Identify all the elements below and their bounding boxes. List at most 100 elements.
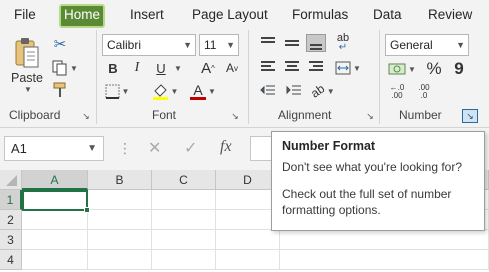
cell-d3[interactable] (216, 230, 280, 250)
select-all-icon (6, 175, 17, 186)
underline-dropdown-icon[interactable]: ▼ (174, 64, 182, 73)
accounting-format-button[interactable]: ▼ (384, 58, 420, 80)
middle-align-button[interactable] (282, 34, 302, 52)
font-color-dropdown-icon[interactable]: ▼ (208, 87, 216, 96)
decrease-decimal-text: .0 (420, 91, 428, 100)
underline-button[interactable]: U (152, 58, 170, 78)
wrap-text-button[interactable]: ab ↵ (332, 32, 354, 54)
font-size-combo[interactable]: 11 ▼ (199, 34, 239, 56)
decrease-indent-button[interactable] (256, 82, 280, 100)
grow-font-icon: ^ (211, 63, 215, 73)
column-header-b[interactable]: B (88, 170, 152, 190)
cell-b3[interactable] (88, 230, 152, 250)
top-align-button[interactable] (258, 34, 278, 52)
insert-function-button[interactable]: fx (220, 138, 232, 156)
tab-file[interactable]: File (10, 5, 40, 27)
paint-bucket-icon (152, 83, 168, 100)
cut-button[interactable]: ✂ (50, 34, 70, 54)
shrink-font-button[interactable]: Av (222, 58, 242, 78)
increase-indent-icon (286, 85, 301, 95)
font-color-button[interactable]: A ▼ (186, 80, 220, 102)
copy-icon (52, 60, 67, 76)
fill-handle[interactable] (84, 207, 90, 213)
group-separator (248, 30, 249, 124)
font-color-swatch (190, 97, 207, 100)
number-format-combo[interactable]: General ▼ (385, 34, 469, 56)
tab-data[interactable]: Data (369, 5, 406, 27)
tooltip-question: Don't see what you're looking for? (282, 160, 463, 174)
increase-indent-button[interactable] (282, 82, 306, 100)
align-right-button[interactable] (306, 58, 326, 76)
grow-font-button[interactable]: A ^ (198, 58, 218, 78)
increase-decimal-button[interactable]: ←.0 .00 (385, 82, 409, 102)
percent-style-button[interactable]: % (424, 58, 444, 80)
cell-b2[interactable] (88, 210, 152, 230)
accounting-dropdown-icon[interactable]: ▼ (408, 65, 416, 74)
orientation-button[interactable]: ab ▼ (306, 80, 340, 102)
column-header-c[interactable]: C (152, 170, 216, 190)
fill-color-button[interactable]: ▼ (148, 80, 182, 102)
copy-button[interactable]: ▼ (50, 58, 80, 78)
cell-a4[interactable] (22, 250, 88, 270)
font-name-value: Calibri (107, 38, 142, 52)
clipboard-launcher-icon[interactable]: ↘ (81, 111, 91, 121)
cell-b4[interactable] (88, 250, 152, 270)
cell-a3[interactable] (22, 230, 88, 250)
align-left-button[interactable] (258, 58, 278, 76)
tab-home[interactable]: Home (58, 4, 106, 28)
row-header-1[interactable]: 1 (0, 190, 22, 210)
select-all-corner[interactable] (0, 170, 22, 190)
cell-c2[interactable] (152, 210, 216, 230)
cell-c1[interactable] (152, 190, 216, 210)
cancel-icon[interactable]: ✕ (148, 138, 161, 158)
bottom-align-button[interactable] (306, 34, 326, 52)
cell-c3[interactable] (152, 230, 216, 250)
borders-dropdown-icon[interactable]: ▼ (122, 87, 130, 96)
font-color-letter: A (193, 82, 203, 98)
increase-decimal-text: .00 (391, 91, 403, 100)
paste-button[interactable]: Paste ▼ (10, 34, 44, 96)
font-launcher-icon[interactable]: ↘ (230, 111, 240, 121)
name-box[interactable]: A1 ▼ (4, 136, 104, 161)
bold-button[interactable]: B (104, 58, 122, 78)
italic-button[interactable]: I (128, 58, 146, 78)
cell-a2[interactable] (22, 210, 88, 230)
column-header-a[interactable]: A (22, 170, 88, 190)
number-format-launcher-icon[interactable]: ↘ (462, 109, 478, 123)
alignment-launcher-icon[interactable]: ↘ (365, 111, 375, 121)
cell-d4[interactable] (216, 250, 280, 270)
borders-button[interactable]: ▼ (102, 80, 132, 102)
group-separator (379, 30, 380, 124)
orientation-dropdown-icon[interactable]: ▼ (327, 87, 335, 96)
cell-b1[interactable] (88, 190, 152, 210)
clipboard-group-label: Clipboard (9, 108, 61, 122)
number-group-label: Number (399, 108, 442, 122)
tab-page-layout[interactable]: Page Layout (188, 5, 272, 27)
comma-style-button[interactable]: 9 (450, 58, 468, 80)
cell-e4[interactable] (280, 250, 489, 270)
shrink-font-icon: v (234, 63, 238, 73)
merge-center-button[interactable]: ▼ (330, 58, 366, 78)
active-cell-selection[interactable] (22, 190, 90, 213)
merge-dropdown-icon[interactable]: ▼ (353, 64, 361, 73)
tab-formulas[interactable]: Formulas (288, 5, 352, 27)
tab-review[interactable]: Review (424, 5, 476, 27)
font-name-combo[interactable]: Calibri ▼ (102, 34, 196, 56)
fill-color-dropdown-icon[interactable]: ▼ (171, 87, 179, 96)
row-header-3[interactable]: 3 (0, 230, 22, 250)
cell-e3[interactable] (280, 230, 489, 250)
formula-bar-grip-icon[interactable]: ⋮ (118, 140, 132, 157)
decrease-decimal-button[interactable]: .00 .0 (412, 82, 436, 102)
tab-insert[interactable]: Insert (126, 5, 168, 27)
row-header-4[interactable]: 4 (0, 250, 22, 270)
copy-dropdown-icon[interactable]: ▼ (70, 64, 78, 73)
align-center-button[interactable] (282, 58, 302, 76)
tooltip-title: Number Format (282, 139, 376, 153)
cell-c4[interactable] (152, 250, 216, 270)
paste-dropdown-icon[interactable]: ▼ (24, 85, 32, 94)
ribbon: Paste ▼ ✂ ▼ Clipboard ↘ Calibri ▼ 11 ▼ B… (0, 28, 489, 128)
enter-icon[interactable]: ✓ (184, 138, 197, 158)
format-painter-button[interactable] (50, 80, 70, 100)
tooltip-body: Check out the full set of number formatt… (282, 187, 452, 217)
row-header-2[interactable]: 2 (0, 210, 22, 230)
